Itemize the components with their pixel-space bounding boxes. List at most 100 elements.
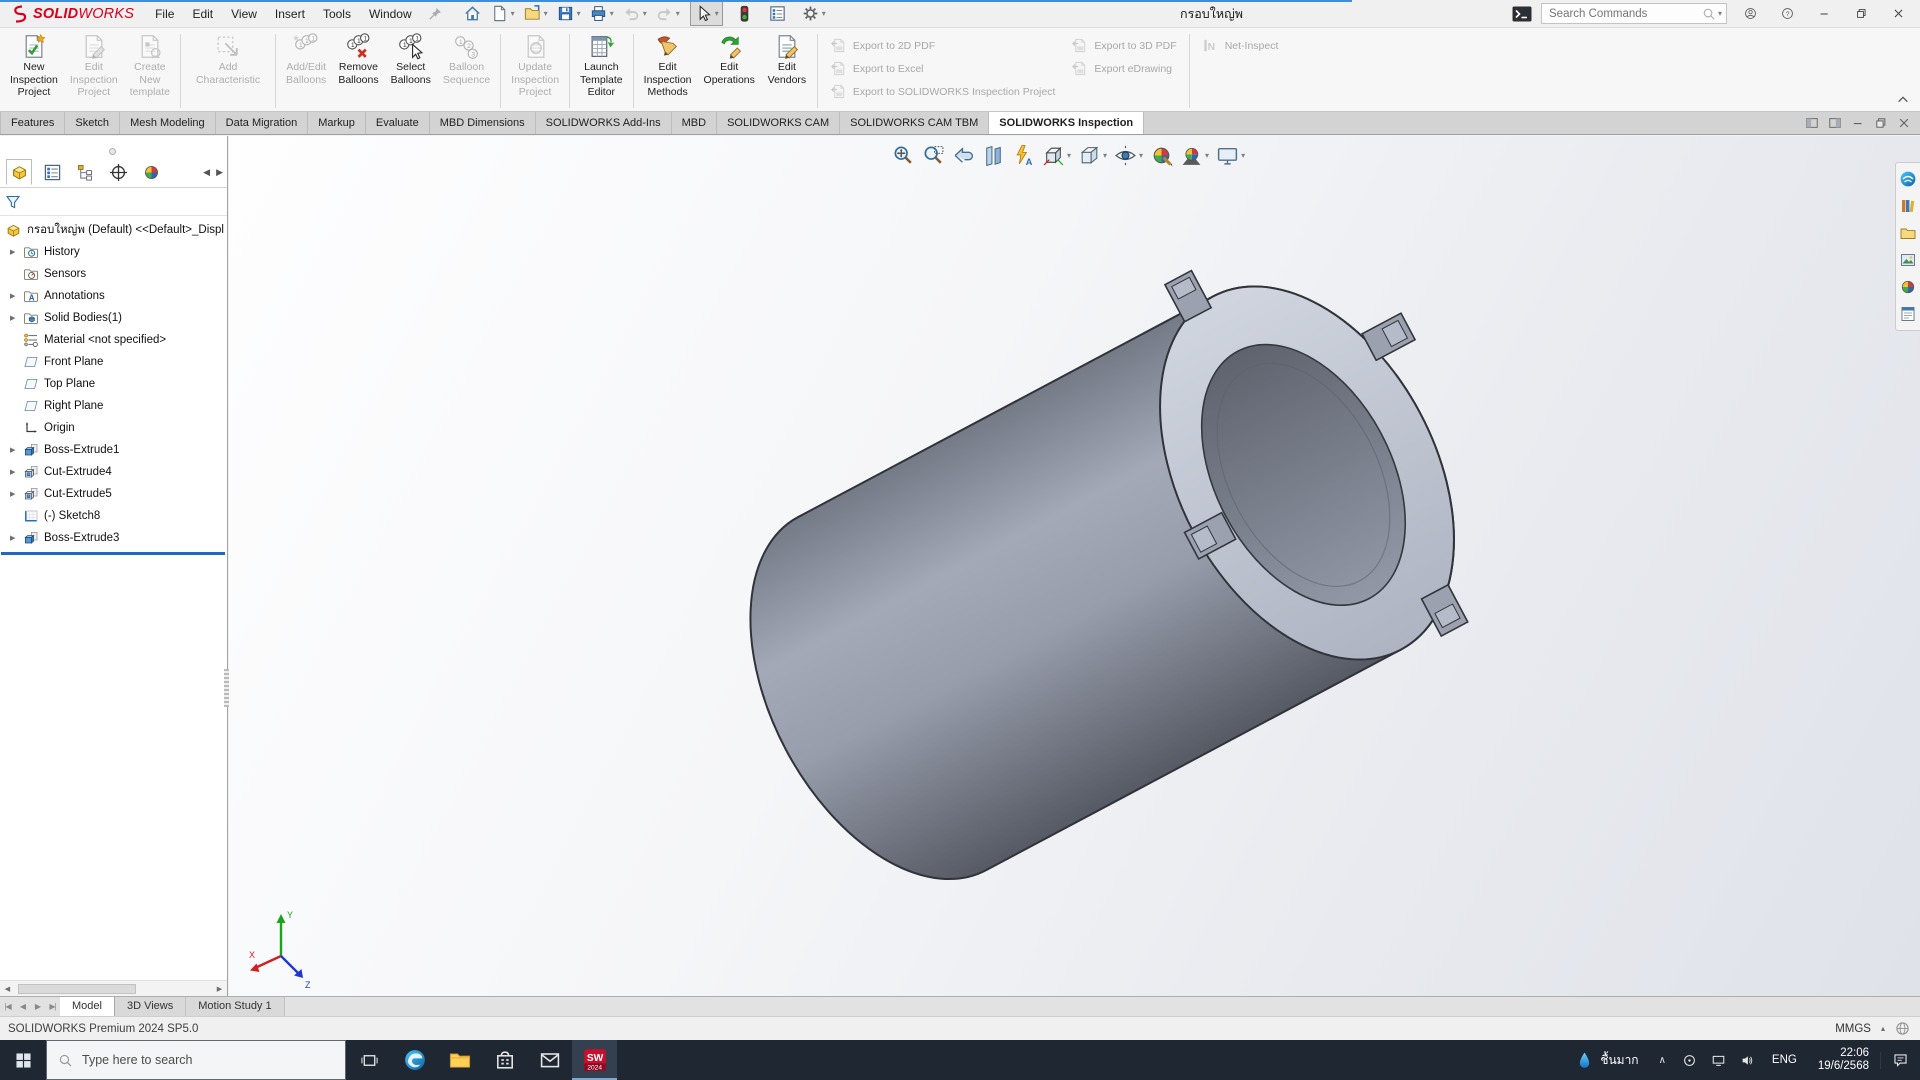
tree-item-sketch8[interactable]: (-) Sketch8 [0, 505, 227, 527]
menu-tools[interactable]: Tools [314, 3, 360, 25]
solidworks-resources-icon[interactable] [1899, 170, 1917, 188]
previous-tab-icon[interactable]: ◀ [15, 1002, 30, 1011]
scroll-right-icon[interactable]: ▶ [212, 985, 227, 993]
task-view-button[interactable] [346, 1040, 392, 1080]
close-button[interactable] [1884, 1, 1912, 27]
terminal-icon[interactable] [1512, 6, 1532, 22]
edit-operations-button[interactable]: Edit Operations [698, 31, 761, 111]
expand-arrow-icon[interactable]: ▶ [10, 248, 23, 256]
edit-inspection-methods-button[interactable]: Edit Inspection Methods [638, 31, 698, 111]
dynamic-annotation-views-button[interactable] [1012, 144, 1035, 167]
chevron-down-icon[interactable]: ▾ [715, 9, 719, 18]
tab-solidworks-cam[interactable]: SOLIDWORKS CAM [717, 112, 840, 134]
tree-item-boss-extrude3[interactable]: ▶Boss-Extrude3 [0, 527, 227, 549]
chevron-down-icon[interactable]: ▾ [1241, 151, 1245, 160]
taskbar-clock[interactable]: 22:06 19/6/2568 [1807, 1047, 1880, 1074]
chevron-down-icon[interactable]: ▾ [1205, 151, 1209, 160]
tree-item-material[interactable]: Material <not specified> [0, 329, 227, 351]
chevron-down-icon[interactable]: ▾ [577, 9, 581, 18]
next-tab-icon[interactable]: ▶ [30, 1002, 45, 1011]
first-tab-icon[interactable]: |◀ [0, 1002, 15, 1011]
search-icon[interactable] [1702, 7, 1716, 21]
dimxpert-manager-tab[interactable] [105, 159, 131, 185]
tab-sketch[interactable]: Sketch [65, 112, 120, 134]
options-button[interactable]: ▾ [797, 2, 830, 26]
edit-vendors-button[interactable]: Edit Vendors [761, 31, 813, 111]
hide-show-items-button[interactable]: ▾ [1114, 144, 1143, 167]
tree-item-front-plane[interactable]: Front Plane [0, 351, 227, 373]
design-library-icon[interactable] [1899, 197, 1917, 215]
doc-close-icon[interactable] [1897, 116, 1911, 130]
tab-3d-views[interactable]: 3D Views [115, 997, 186, 1016]
apply-scene-button[interactable]: ▾ [1180, 144, 1209, 167]
chevron-down-icon[interactable]: ▾ [544, 9, 548, 18]
chevron-down-icon[interactable]: ▾ [610, 9, 614, 18]
taskbar-search[interactable]: Type here to search [46, 1040, 346, 1080]
file-properties-button[interactable] [764, 2, 791, 26]
new-document-button[interactable]: ▾ [486, 2, 519, 26]
tab-solidworks-inspection[interactable]: SOLIDWORKS Inspection [989, 112, 1144, 134]
expand-arrow-icon[interactable]: ▶ [10, 292, 23, 300]
pane-right-icon[interactable] [1828, 116, 1842, 130]
open-button[interactable]: ▾ [519, 2, 552, 26]
command-search[interactable]: ▾ [1541, 3, 1727, 24]
hidden-icons-caret[interactable]: ∧ [1650, 1055, 1675, 1066]
chevron-down-icon[interactable]: ▾ [822, 9, 826, 18]
home-button[interactable] [459, 2, 486, 26]
file-explorer-icon[interactable] [1899, 224, 1917, 242]
menu-file[interactable]: File [146, 3, 183, 25]
tab-solidworks-addins[interactable]: SOLIDWORKS Add-Ins [536, 112, 672, 134]
scroll-right-icon[interactable]: ▶ [216, 167, 223, 178]
tab-solidworks-cam-tbm[interactable]: SOLIDWORKS CAM TBM [840, 112, 989, 134]
custom-properties-icon[interactable] [1899, 305, 1917, 323]
display-manager-tab[interactable] [138, 159, 164, 185]
tab-data-migration[interactable]: Data Migration [216, 112, 309, 134]
units-caret-icon[interactable]: ▴ [1881, 1024, 1885, 1033]
doc-minimize-icon[interactable] [1851, 116, 1865, 130]
view-palette-icon[interactable] [1899, 251, 1917, 269]
tab-mbd[interactable]: MBD [672, 112, 717, 134]
menu-pin-button[interactable] [427, 6, 443, 22]
menu-insert[interactable]: Insert [266, 3, 314, 25]
tree-item-origin[interactable]: Origin [0, 417, 227, 439]
tree-item-annotations[interactable]: ▶Annotations [0, 285, 227, 307]
chevron-down-icon[interactable]: ▾ [1067, 151, 1071, 160]
previous-view-button[interactable] [952, 144, 975, 167]
tab-evaluate[interactable]: Evaluate [366, 112, 430, 134]
unit-system[interactable]: MMGS [1835, 1023, 1871, 1035]
tray-icon-3[interactable] [1733, 1053, 1762, 1068]
tab-motion-study-1[interactable]: Motion Study 1 [186, 997, 284, 1016]
expand-arrow-icon[interactable]: ▶ [10, 490, 23, 498]
panel-grip[interactable] [109, 148, 116, 155]
edit-appearance-button[interactable] [1150, 144, 1173, 167]
feature-manager-tab[interactable] [6, 159, 32, 185]
tab-mbd-dimensions[interactable]: MBD Dimensions [430, 112, 536, 134]
panel-horizontal-scrollbar[interactable]: ◀ ▶ [0, 980, 227, 996]
account-button[interactable] [1736, 1, 1764, 27]
menu-edit[interactable]: Edit [183, 3, 222, 25]
tree-item-boss-extrude1[interactable]: ▶Boss-Extrude1 [0, 439, 227, 461]
launch-template-editor-button[interactable]: Launch Template Editor [574, 31, 629, 111]
pane-left-icon[interactable] [1805, 116, 1819, 130]
menu-view[interactable]: View [222, 3, 266, 25]
chevron-down-icon[interactable]: ▾ [1139, 151, 1143, 160]
graphics-viewport[interactable]: ▾ ▾ ▾ ▾ ▾ [229, 136, 1920, 996]
section-view-button[interactable] [982, 144, 1005, 167]
last-tab-icon[interactable]: ▶| [45, 1002, 60, 1011]
tree-item-cut-extrude5[interactable]: ▶Cut-Extrude5 [0, 483, 227, 505]
3d-model-cylinder[interactable] [229, 136, 1920, 996]
chevron-down-icon[interactable]: ▾ [511, 9, 515, 18]
search-input[interactable] [1549, 8, 1702, 20]
print-button[interactable]: ▾ [585, 2, 618, 26]
rebuild-button[interactable] [731, 2, 758, 26]
start-button[interactable] [0, 1040, 46, 1080]
ribbon-collapse-button[interactable] [1894, 92, 1912, 106]
tree-item-sensors[interactable]: Sensors [0, 263, 227, 285]
zoom-to-fit-button[interactable] [892, 144, 915, 167]
tray-icon-1[interactable] [1675, 1053, 1704, 1068]
scroll-left-icon[interactable]: ◀ [203, 167, 210, 178]
mail-app-button[interactable] [527, 1040, 572, 1080]
scroll-left-icon[interactable]: ◀ [0, 985, 15, 993]
remove-balloons-button[interactable]: Remove Balloons [332, 31, 384, 111]
store-app-button[interactable] [482, 1040, 527, 1080]
